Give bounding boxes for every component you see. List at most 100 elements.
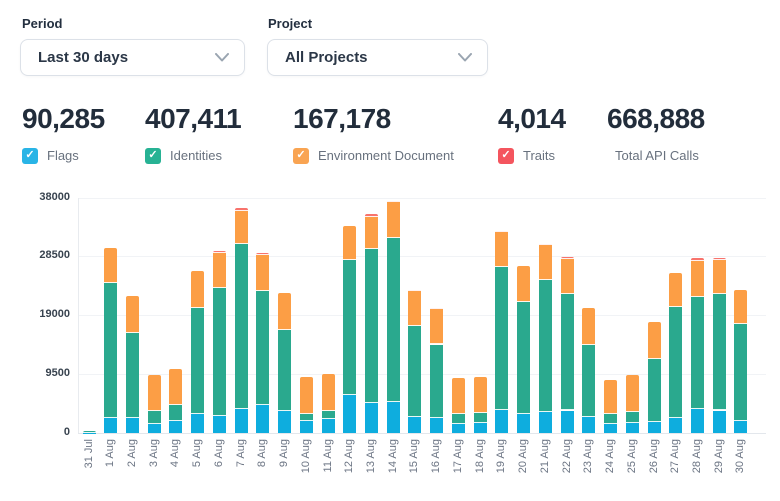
x-axis-label: 28 Aug xyxy=(691,439,704,483)
x-axis-label: 27 Aug xyxy=(669,439,682,483)
gridline xyxy=(78,256,766,257)
total-api-calls-count: 668,888 xyxy=(607,104,705,135)
bar-segment-flags xyxy=(691,409,704,433)
bar-segment-flags xyxy=(235,409,248,433)
bar-segment-flags xyxy=(278,411,291,433)
x-axis-label: 11 Aug xyxy=(322,439,335,483)
bar-segment-identities xyxy=(408,326,421,417)
bar-segment-traits xyxy=(387,201,400,202)
usage-dashboard: Period Last 30 days Project All Projects… xyxy=(0,0,780,501)
bar-segment-flags xyxy=(104,418,117,433)
bar-segment-identities xyxy=(539,280,552,412)
bar-segment-identities xyxy=(561,294,574,411)
bar-segment-flags xyxy=(126,418,139,433)
x-axis-label: 20 Aug xyxy=(517,439,530,483)
traits-label: Traits xyxy=(523,148,555,163)
bar-segment-flags xyxy=(648,422,661,433)
x-axis-label: 13 Aug xyxy=(365,439,378,483)
stat-identities: 407,411 ✓ Identities xyxy=(145,104,241,164)
bar-segment-environment-document xyxy=(191,271,204,308)
bar-segment-identities xyxy=(300,414,313,421)
bar-segment-flags xyxy=(387,402,400,433)
bar-segment-identities xyxy=(669,307,682,418)
bar-segment-identities xyxy=(691,297,704,409)
total-api-calls-label: Total API Calls xyxy=(615,148,699,163)
stats-row: 90,285 ✓ Flags 407,411 ✓ Identities 167,… xyxy=(0,0,780,170)
x-axis-label: 9 Aug xyxy=(278,439,291,483)
bar-segment-flags xyxy=(495,410,508,433)
bar-segment-flags xyxy=(213,416,226,433)
x-axis-label: 26 Aug xyxy=(648,439,661,483)
x-axis-label: 24 Aug xyxy=(604,439,617,483)
x-axis-label: 19 Aug xyxy=(495,439,508,483)
bar-segment-identities xyxy=(387,238,400,402)
bar-segment-environment-document xyxy=(148,375,161,411)
x-axis-label: 15 Aug xyxy=(408,439,421,483)
x-axis-label: 1 Aug xyxy=(104,439,117,483)
bar-segment-identities xyxy=(213,288,226,416)
x-axis-label: 3 Aug xyxy=(148,439,161,483)
bar-segment-environment-document xyxy=(256,255,269,291)
bar-segment-environment-document xyxy=(343,226,356,260)
environment-document-checkbox[interactable]: ✓ xyxy=(293,148,309,164)
bar-segment-identities xyxy=(582,345,595,416)
bar-segment-environment-document xyxy=(734,290,747,324)
y-axis-line xyxy=(78,198,79,434)
bar-segment-flags xyxy=(734,421,747,433)
stat-total-api-calls: 668,888 Total API Calls xyxy=(607,104,705,164)
bar-segment-environment-document xyxy=(387,202,400,238)
gridline xyxy=(78,315,766,316)
bar-segment-environment-document xyxy=(495,232,508,267)
stat-traits: 4,014 ✓ Traits xyxy=(498,104,566,164)
gridline xyxy=(78,433,766,434)
bar-segment-environment-document xyxy=(517,266,530,302)
bar-segment-environment-document xyxy=(365,217,378,249)
bar-segment-environment-document xyxy=(235,211,248,244)
bar-segment-environment-document xyxy=(430,309,443,344)
x-axis-label: 21 Aug xyxy=(539,439,552,483)
bar-segment-identities xyxy=(713,294,726,410)
flags-checkbox[interactable]: ✓ xyxy=(22,148,38,164)
bar-segment-flags xyxy=(539,412,552,433)
bar-segment-environment-document xyxy=(604,380,617,415)
bar-segment-identities xyxy=(235,244,248,408)
bar-segment-identities xyxy=(169,405,182,421)
bar-segment-traits xyxy=(235,208,248,211)
bar-segment-identities xyxy=(495,267,508,410)
bar-segment-identities xyxy=(430,345,443,419)
bar-segment-traits xyxy=(256,253,269,255)
bar-segment-flags xyxy=(604,424,617,433)
x-axis-label: 18 Aug xyxy=(474,439,487,483)
x-axis-label: 17 Aug xyxy=(452,439,465,483)
bar-segment-flags xyxy=(83,433,96,434)
bar-segment-environment-document xyxy=(213,253,226,287)
bar-segment-environment-document xyxy=(408,291,421,326)
x-axis-label: 30 Aug xyxy=(734,439,747,483)
bar-segment-environment-document xyxy=(104,248,117,283)
x-axis-label: 8 Aug xyxy=(256,439,269,483)
traits-checkbox[interactable]: ✓ xyxy=(498,148,514,164)
bar-segment-flags xyxy=(343,395,356,433)
flags-label: Flags xyxy=(47,148,79,163)
bar-segment-flags xyxy=(517,414,530,433)
bar-segment-environment-document xyxy=(561,259,574,293)
bar-segment-identities xyxy=(83,431,96,433)
x-axis-label: 12 Aug xyxy=(343,439,356,483)
x-axis-label: 10 Aug xyxy=(300,439,313,483)
bar-segment-flags xyxy=(300,421,313,433)
bar-segment-identities xyxy=(191,308,204,415)
bar-segment-flags xyxy=(452,424,465,433)
bar-segment-identities xyxy=(104,283,117,419)
x-axis-label: 25 Aug xyxy=(626,439,639,483)
environment-document-label: Environment Document xyxy=(318,148,454,163)
bar-segment-flags xyxy=(148,424,161,433)
bar-segment-environment-document xyxy=(626,375,639,412)
identities-checkbox[interactable]: ✓ xyxy=(145,148,161,164)
bar-segment-flags xyxy=(256,405,269,433)
x-axis-label: 23 Aug xyxy=(582,439,595,483)
bar-segment-flags xyxy=(582,417,595,433)
bar-segment-flags xyxy=(474,423,487,433)
flags-count: 90,285 xyxy=(22,104,105,135)
api-usage-chart: 0950019000285003800031 Jul1 Aug2 Aug3 Au… xyxy=(0,184,780,501)
bar-segment-flags xyxy=(430,418,443,433)
